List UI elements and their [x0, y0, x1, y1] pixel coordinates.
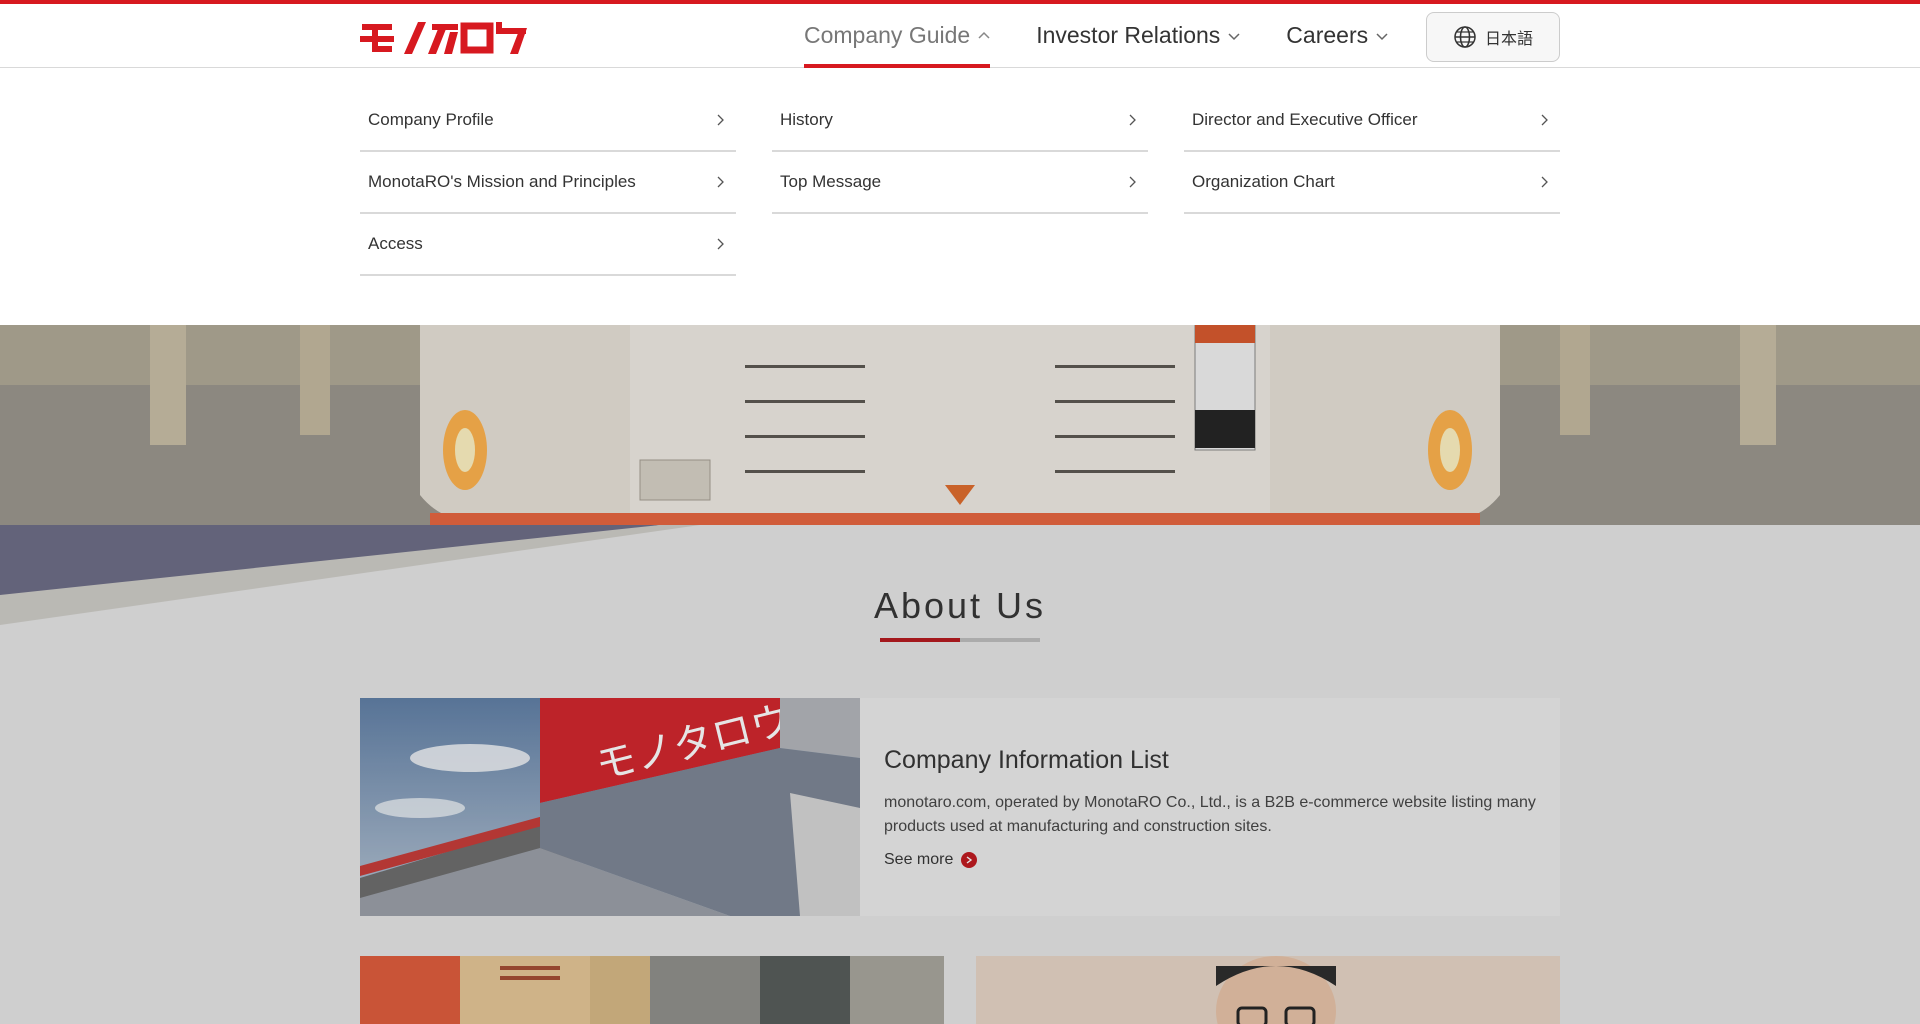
menu-item-mission-principles[interactable]: MonotaRO's Mission and Principles [360, 152, 736, 214]
monotaro-logo[interactable] [360, 18, 530, 58]
menu-item-organization-chart[interactable]: Organization Chart [1184, 152, 1560, 214]
menu-item-top-message[interactable]: Top Message [772, 152, 1148, 214]
menu-item-label: Top Message [780, 172, 882, 191]
site-header: Company Guide Investor Relations Careers… [0, 4, 1920, 68]
chevron-up-icon [978, 31, 990, 39]
company-info-text: Company Information List monotaro.com, o… [884, 698, 1544, 869]
chevron-right-icon [1129, 114, 1136, 126]
about-us-title: About Us [873, 585, 1047, 626]
message-photo-card[interactable] [976, 956, 1560, 1024]
menu-item-label: MonotaRO's Mission and Principles [368, 172, 636, 191]
chevron-right-icon [717, 238, 724, 250]
company-guide-dropdown: Company Profile History Director and Exe… [0, 68, 1920, 325]
chevron-right-icon [1541, 114, 1548, 126]
chevron-right-icon [1129, 176, 1136, 188]
menu-item-label: Organization Chart [1192, 172, 1335, 191]
menu-item-label: Company Profile [368, 110, 494, 129]
nav-company-guide[interactable]: Company Guide [804, 4, 991, 68]
nav-careers-label: Careers [1286, 22, 1369, 48]
nav-investor-relations-label: Investor Relations [1036, 22, 1221, 48]
menu-item-access[interactable]: Access [360, 214, 736, 276]
globe-icon [1454, 26, 1476, 48]
chevron-right-icon [1541, 176, 1548, 188]
nav-company-guide-label: Company Guide [804, 22, 971, 48]
arrow-circle-icon [961, 852, 978, 868]
chevron-right-icon [717, 176, 724, 188]
company-building-photo: モノタロウ [360, 698, 860, 916]
menu-item-company-profile[interactable]: Company Profile [360, 90, 736, 152]
see-more-link[interactable]: See more [884, 851, 1544, 869]
menu-item-history[interactable]: History [772, 90, 1148, 152]
logo-mark [360, 22, 527, 54]
company-info-description: monotaro.com, operated by MonotaRO Co., … [884, 794, 1536, 835]
dropdown-menu-grid: Company Profile History Director and Exe… [360, 90, 1560, 276]
language-button[interactable]: 日本語 [1426, 12, 1560, 62]
main-nav: Company Guide Investor Relations Careers [804, 4, 1434, 68]
menu-item-label: History [780, 110, 833, 129]
warehouse-photo-card[interactable] [360, 956, 944, 1024]
chevron-right-icon [717, 114, 724, 126]
about-us-section: About Us モノタロウ Company Information List … [0, 525, 1920, 1024]
warehouse-photo [360, 956, 944, 1024]
about-us-title-underline [880, 638, 1040, 642]
chevron-down-icon [1376, 32, 1388, 40]
company-info-card[interactable]: モノタロウ Company Information List monotaro.… [360, 698, 1560, 916]
nav-investor-relations[interactable]: Investor Relations [1036, 4, 1240, 67]
nav-careers[interactable]: Careers [1286, 4, 1388, 67]
hero-image [0, 325, 1920, 525]
menu-item-director-executive-officer[interactable]: Director and Executive Officer [1184, 90, 1560, 152]
chevron-down-icon [1228, 32, 1240, 40]
language-label: 日本語 [1484, 31, 1533, 48]
hero-vehicle-illustration [0, 325, 1920, 525]
see-more-label: See more [884, 851, 954, 868]
company-info-heading: Company Information List [884, 746, 1169, 774]
menu-item-label: Director and Executive Officer [1192, 110, 1418, 129]
menu-item-label: Access [368, 234, 423, 253]
executive-photo [976, 956, 1560, 1024]
